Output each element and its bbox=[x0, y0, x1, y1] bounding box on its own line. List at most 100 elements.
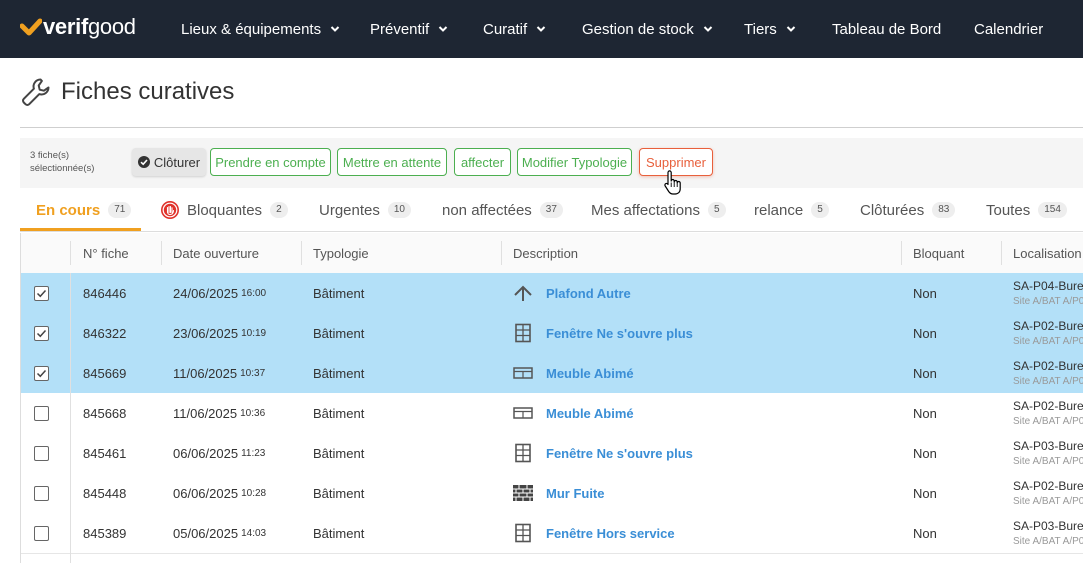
nav-item-preventif[interactable]: Préventif bbox=[370, 0, 448, 58]
column-header-typology[interactable]: Typologie bbox=[313, 233, 369, 273]
selection-count-line2: sélectionnée(s) bbox=[30, 163, 95, 174]
location-name: SA-P02-Bureau bbox=[1013, 479, 1083, 493]
nav-item-lieux-equipements[interactable]: Lieux & équipements bbox=[181, 0, 340, 58]
tab-toutes[interactable]: Toutes 154 bbox=[986, 190, 1067, 230]
column-header-description[interactable]: Description bbox=[513, 233, 578, 273]
modify-typology-button[interactable]: Modifier Typologie bbox=[517, 148, 632, 176]
description-link[interactable]: Fenêtre Hors service bbox=[546, 526, 675, 541]
tab-bloquantes[interactable]: Bloquantes 2 bbox=[161, 190, 288, 230]
row-checkbox[interactable] bbox=[34, 486, 49, 501]
tab-non-affectees[interactable]: non affectées 37 bbox=[442, 190, 563, 230]
cell-blocking: Non bbox=[913, 525, 937, 541]
nav-item-curatif[interactable]: Curatif bbox=[483, 0, 546, 58]
page-header: Fiches curatives bbox=[20, 76, 234, 108]
table-row[interactable]: 845389 05/06/2025 14:03 Bâtiment Fenêtre … bbox=[21, 513, 1083, 554]
put-on-hold-button[interactable]: Mettre en attente bbox=[337, 148, 447, 176]
cell-typology: Bâtiment bbox=[313, 485, 365, 501]
location-path: Site A/BAT A/P02 bbox=[1013, 336, 1083, 347]
tab-urgentes[interactable]: Urgentes 10 bbox=[319, 190, 411, 230]
cell-date: 05/06/2025 14:03 bbox=[173, 513, 266, 553]
check-circle-icon bbox=[137, 156, 150, 168]
table-header: N° fiche Date ouverture Typologie Descri… bbox=[21, 233, 1083, 274]
table-row[interactable]: 846446 24/06/2025 16:00 Bâtiment Plafond … bbox=[21, 273, 1083, 314]
row-checkbox[interactable] bbox=[34, 406, 49, 421]
take-into-account-button[interactable]: Prendre en compte bbox=[210, 148, 331, 176]
nav-item-tiers[interactable]: Tiers bbox=[744, 0, 796, 58]
active-tab-indicator bbox=[20, 228, 141, 231]
wrench-icon bbox=[22, 78, 50, 106]
nav-item-gestion-stock[interactable]: Gestion de stock bbox=[582, 0, 713, 58]
tab-mes-affectations[interactable]: Mes affectations 5 bbox=[591, 190, 726, 230]
cell-description: Plafond Autre bbox=[546, 273, 631, 313]
cell-blocking: Non bbox=[913, 285, 937, 301]
tab-cloturees[interactable]: Clôturées 83 bbox=[860, 190, 956, 230]
chevron-down-icon bbox=[330, 26, 340, 32]
selection-count: 3 fiche(s) sélectionnée(s) bbox=[30, 149, 130, 175]
row-checkbox[interactable] bbox=[34, 286, 49, 301]
tab-en-cours[interactable]: En cours 71 bbox=[36, 190, 132, 230]
cell-date: 11/06/2025 10:36 bbox=[173, 393, 265, 433]
description-link[interactable]: Fenêtre Ne s'ouvre plus bbox=[546, 326, 693, 341]
cell-location: SA-P03-Bureau Site A/BAT A/P03 bbox=[1013, 439, 1083, 469]
column-header-date[interactable]: Date ouverture bbox=[173, 233, 259, 273]
table-row[interactable]: 845461 06/06/2025 11:23 Bâtiment Fenêtre … bbox=[21, 433, 1083, 474]
description-link[interactable]: Plafond Autre bbox=[546, 286, 631, 301]
stop-hand-icon bbox=[161, 201, 179, 219]
table-row[interactable]: 845669 11/06/2025 10:37 Bâtiment Meuble A… bbox=[21, 353, 1083, 394]
cell-typology: Bâtiment bbox=[313, 525, 365, 541]
location-path: Site A/BAT A/P02 bbox=[1013, 416, 1083, 427]
brick-wall-icon bbox=[513, 485, 533, 501]
location-name: SA-P02-Bureau bbox=[1013, 319, 1083, 333]
table-row[interactable]: 845668 11/06/2025 10:36 Bâtiment Meuble A… bbox=[21, 393, 1083, 434]
location-path: Site A/BAT A/P02 bbox=[1013, 496, 1083, 507]
cell-date: 23/06/2025 10:19 bbox=[173, 313, 266, 353]
nav-item-tableau-de-bord[interactable]: Tableau de Bord bbox=[832, 0, 941, 58]
description-link[interactable]: Meuble Abimé bbox=[546, 366, 634, 381]
cell-num: 845461 bbox=[83, 445, 127, 461]
description-link[interactable]: Mur Fuite bbox=[546, 486, 605, 501]
column-header-num[interactable]: N° fiche bbox=[83, 233, 129, 273]
column-separator bbox=[901, 241, 902, 265]
location-path: Site A/BAT A/P03 bbox=[1013, 456, 1083, 467]
tab-label: Toutes bbox=[986, 201, 1031, 219]
assign-button[interactable]: affecter bbox=[454, 148, 511, 176]
row-checkbox[interactable] bbox=[34, 526, 49, 541]
title-divider bbox=[20, 127, 1083, 128]
cell-date-time: 10:28 bbox=[241, 487, 267, 499]
app-logo[interactable]: verifgood bbox=[20, 14, 136, 40]
description-link[interactable]: Meuble Abimé bbox=[546, 406, 634, 421]
cell-typology: Bâtiment bbox=[313, 285, 365, 301]
cell-blocking: Non bbox=[913, 405, 937, 421]
cell-blocking: Non bbox=[913, 445, 937, 461]
check-logo-icon bbox=[20, 18, 42, 36]
nav-item-label: Tableau de Bord bbox=[832, 20, 942, 38]
description-link[interactable]: Fenêtre Ne s'ouvre plus bbox=[546, 446, 693, 461]
column-header-location[interactable]: Localisation bbox=[1013, 233, 1082, 273]
column-header-blocking[interactable]: Bloquant bbox=[913, 233, 964, 273]
row-checkbox[interactable] bbox=[34, 446, 49, 461]
nav-item-label: Tiers bbox=[744, 20, 777, 38]
cell-date-day: 05/06/2025 bbox=[173, 525, 239, 541]
location-path: Site A/BAT A/P02 bbox=[1013, 376, 1083, 387]
cell-description: Fenêtre Ne s'ouvre plus bbox=[546, 313, 693, 353]
chevron-down-icon bbox=[786, 26, 795, 32]
cell-date-time: 10:36 bbox=[240, 407, 266, 419]
close-ticket-button[interactable]: Clôturer bbox=[132, 148, 206, 176]
cell-typology: Bâtiment bbox=[313, 445, 365, 461]
tab-relance[interactable]: relance 5 bbox=[754, 190, 829, 230]
table-row[interactable]: 846322 23/06/2025 10:19 Bâtiment Fenêtre … bbox=[21, 313, 1083, 354]
nav-item-calendrier[interactable]: Calendrier bbox=[974, 0, 1043, 58]
cell-date-day: 06/06/2025 bbox=[173, 485, 239, 501]
tab-count-badge: 2 bbox=[270, 202, 288, 218]
table-row[interactable]: 845448 06/06/2025 10:28 Bâtiment Mur Fuit… bbox=[21, 473, 1083, 514]
cell-description: Meuble Abimé bbox=[546, 353, 634, 393]
tab-label: Clôturées bbox=[860, 201, 925, 219]
page-title: Fiches curatives bbox=[61, 78, 235, 105]
cell-date-day: 11/06/2025 bbox=[173, 405, 238, 421]
row-checkbox[interactable] bbox=[34, 366, 49, 381]
cell-description: Meuble Abimé bbox=[546, 393, 634, 433]
cell-date-time: 11:23 bbox=[241, 447, 266, 459]
nav-item-label: Préventif bbox=[370, 20, 430, 38]
checkmark-icon bbox=[36, 369, 47, 378]
row-checkbox[interactable] bbox=[34, 326, 49, 341]
